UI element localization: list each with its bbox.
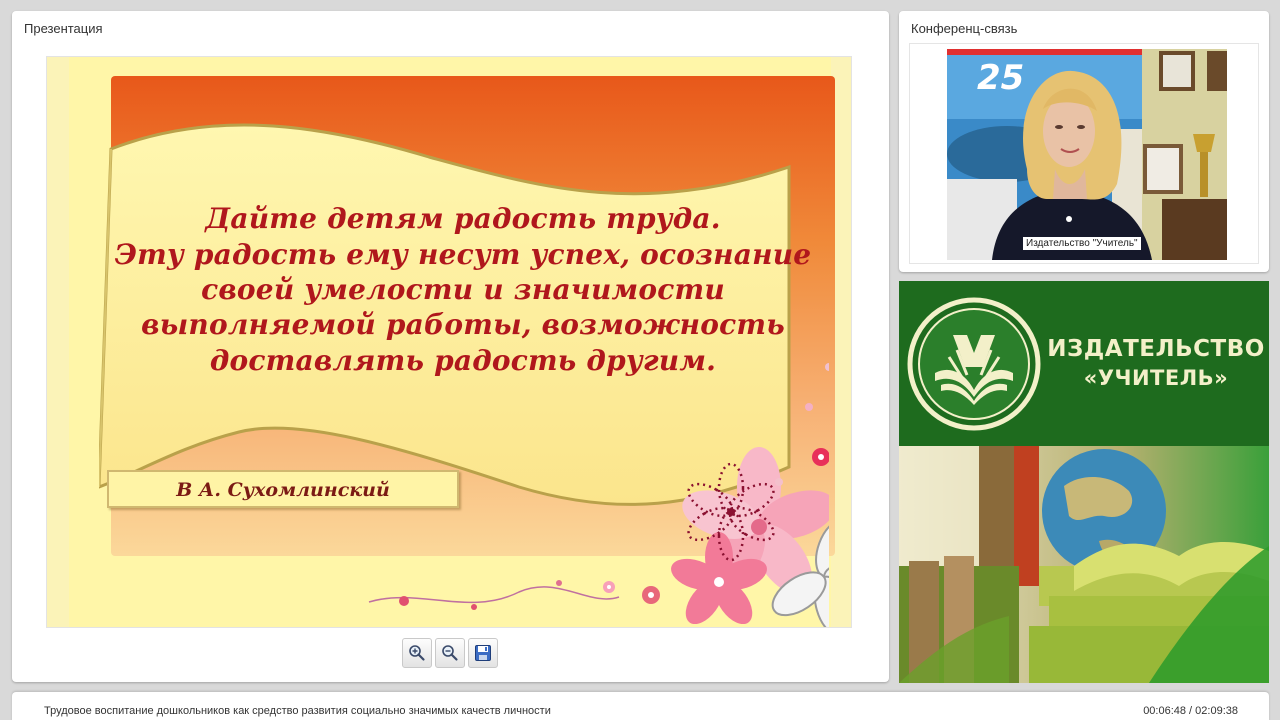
speaker-label: Издательство "Учитель" — [1023, 237, 1141, 250]
zoom-out-button[interactable] — [435, 638, 465, 668]
player-footer: Трудовое воспитание дошкольников как сре… — [12, 692, 1269, 720]
playback-time: 00:06:48 / 02:09:38 — [1143, 705, 1238, 717]
conference-title: Конференц-связь — [911, 21, 1018, 36]
save-icon — [475, 645, 491, 661]
slide-viewport: Дайте детям радость труда. Эту радость е… — [46, 56, 852, 628]
speaker-video-image: 25 — [947, 49, 1227, 260]
webinar-title: Трудовое воспитание дошкольников как сре… — [44, 705, 551, 717]
zoom-out-icon — [442, 645, 458, 661]
save-button[interactable] — [468, 638, 498, 668]
slide: Дайте детям радость труда. Эту радость е… — [69, 57, 835, 627]
publisher-banner: ИЗДАТЕЛЬСТВО «УЧИТЕЛЬ» — [899, 281, 1269, 683]
publisher-name-line1: ИЗДАТЕЛЬСТВО — [1047, 336, 1265, 362]
publisher-name-line2: «УЧИТЕЛЬ» — [1083, 366, 1229, 390]
quote-line-3: своей умелости и значимости — [201, 273, 725, 306]
conference-panel: Конференц-связь 25 Издательство "Учитель… — [899, 11, 1269, 272]
zoom-in-icon — [409, 645, 425, 661]
presentation-title: Презентация — [24, 21, 103, 36]
presentation-panel: Презентация Дайте детям радость труда. Э… — [12, 11, 889, 682]
publisher-logo-area: ИЗДАТЕЛЬСТВО «УЧИТЕЛЬ» — [899, 281, 1269, 446]
publisher-logo-icon — [907, 297, 1041, 431]
flower-decoration — [368, 363, 829, 627]
quote-line-1: Дайте детям радость труда. — [205, 202, 721, 235]
books-globe-image — [899, 446, 1269, 683]
svg-text:25: 25 — [977, 58, 1024, 98]
video-frame: 25 Издательство "Учитель" — [909, 43, 1259, 264]
zoom-in-button[interactable] — [402, 638, 432, 668]
quote-line-2: Эту радость ему несут успех, осознание — [114, 238, 812, 271]
speaker-video[interactable]: 25 Издательство "Учитель" — [947, 49, 1227, 260]
